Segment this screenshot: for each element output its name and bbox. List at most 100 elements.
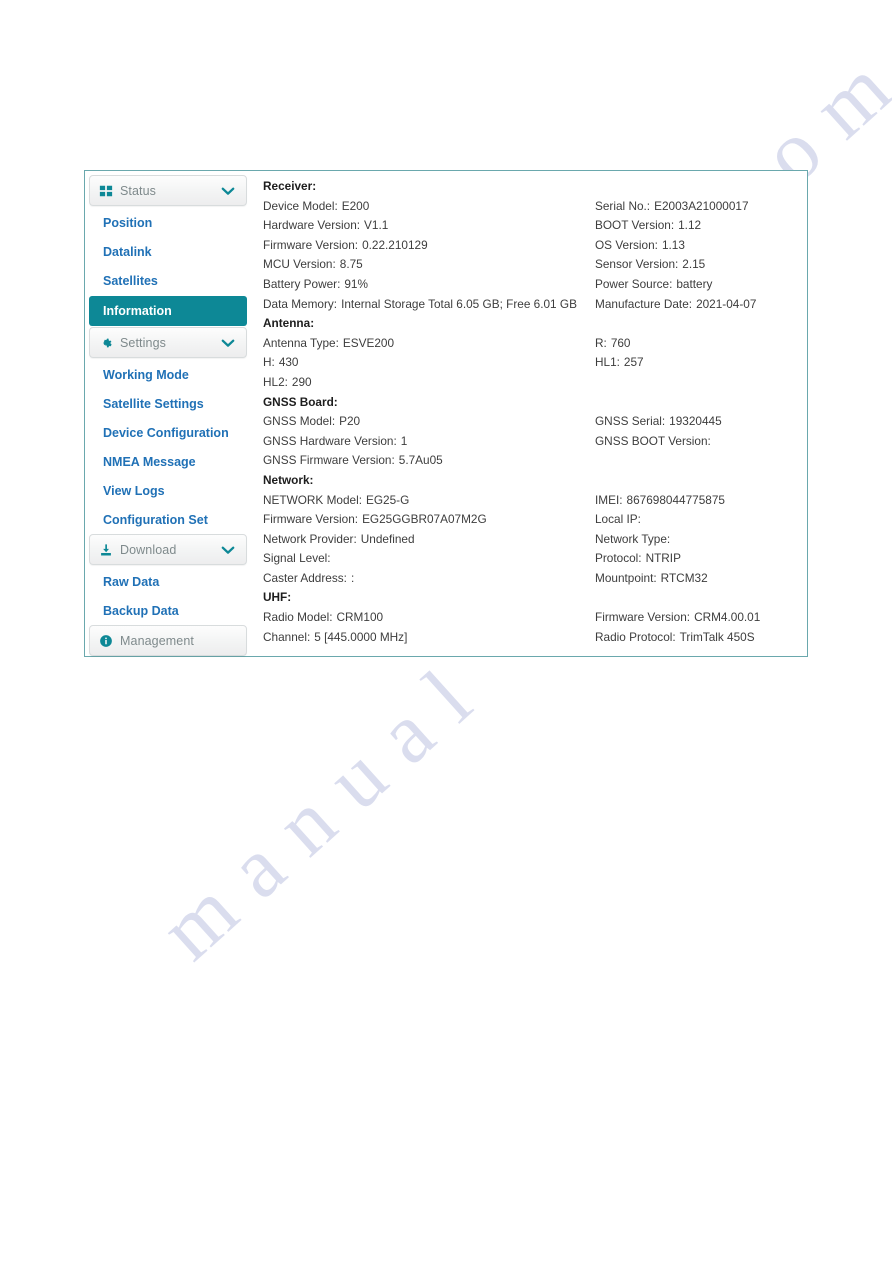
info-field-label: Caster Address: [263,570,347,585]
info-field-row: Firmware Version: EG25GGBR07A07M2G Local I… [263,512,807,532]
sidebar-group-download[interactable]: Download [89,534,247,565]
info-field-value: : [350,570,355,585]
sidebar-item-label: Configuration Set [103,512,208,527]
info-field-right: Network Type: [595,532,674,546]
info-field-row: Device Model: E200 Serial No.: E2003A210000… [263,199,807,219]
info-field-label: OS Version: [595,237,658,252]
info-field-label: BOOT Version: [595,218,675,233]
info-section-header: Antenna: [263,316,807,336]
sidebar-item-satellite-settings[interactable]: Satellite Settings [89,389,247,418]
info-field-left: GNSS Hardware Version: 1 [263,434,407,448]
sidebar-item-position[interactable]: Position [89,208,247,237]
sidebar-item-information[interactable]: Information [89,296,247,326]
sidebar-item-view-logs[interactable]: View Logs [89,476,247,505]
info-field-label: Channel: [263,629,311,644]
info-field-left: Battery Power: 91% [263,277,368,291]
info-field-label: R: [595,335,607,350]
sidebar-group-label: Status [120,183,157,198]
info-field-value: 1.13 [661,237,685,252]
chevron-down-icon[interactable] [221,545,235,554]
info-field-row: GNSS Firmware Version: 5.7Au05 [263,453,807,473]
info-field-right: OS Version: 1.13 [595,238,685,252]
info-field-left: NETWORK Model: EG25-G [263,493,409,507]
information-content: Receiver: Device Model: E200 Serial No.: E20… [259,171,807,656]
info-field-left: Data Memory: Internal Storage Total 6.05 … [263,297,577,311]
sidebar-item-working-mode[interactable]: Working Mode [89,360,247,389]
sidebar-item-label: Working Mode [103,367,189,382]
info-field-value: 1 [400,433,408,448]
info-field-label: Network Type: [595,531,671,546]
info-field-row: GNSS Hardware Version: 1 GNSS BOOT Version… [263,434,807,454]
sidebar-item-backup-data[interactable]: Backup Data [89,596,247,625]
device-web-ui-panel: Status Position Datalink Satellites Informat… [84,170,808,657]
info-section-title: Network: [263,472,314,487]
chevron-down-icon[interactable] [221,338,235,347]
info-field-right: Sensor Version: 2.15 [595,257,705,271]
sidebar-item-satellites[interactable]: Satellites [89,266,247,295]
info-field-value: CRM100 [336,610,384,625]
info-field-row: Data Memory: Internal Storage Total 6.05 … [263,297,807,317]
info-field-label: H: [263,355,275,370]
sidebar-item-nmea-message[interactable]: NMEA Message [89,447,247,476]
info-field-row: Radio Model: CRM100 Firmware Version: CRM4.… [263,610,807,630]
sidebar-item-label: Position [103,215,153,230]
info-field-right: Firmware Version: CRM4.00.01 [595,610,760,624]
info-field-row: GNSS Model: P20 GNSS Serial: 19320445 [263,414,807,434]
chevron-down-icon[interactable] [221,186,235,195]
info-field-value: 19320445 [669,414,722,429]
info-field-left: Hardware Version: V1.1 [263,218,388,232]
sidebar-group-status[interactable]: Status [89,175,247,206]
info-field-value: 1.12 [678,218,702,233]
info-field-left: Firmware Version: 0.22.210129 [263,238,428,252]
sidebar-item-datalink[interactable]: Datalink [89,237,247,266]
info-field-label: GNSS Serial: [595,414,666,429]
info-field-value: ESVE200 [342,335,395,350]
info-field-label: Local IP: [595,512,641,527]
info-field-value: 290 [291,374,312,389]
info-field-left: Antenna Type: ESVE200 [263,336,394,350]
info-field-right [595,375,599,389]
info-field-left: Caster Address:: [263,571,354,585]
info-field-value: 8.75 [339,257,363,272]
info-field-label: Firmware Version: [595,610,691,625]
sidebar-group-management[interactable]: Management [89,625,247,656]
info-field-value: E2003A21000017 [654,198,749,213]
info-field-value: RTCM32 [660,570,708,585]
info-field-label: Firmware Version: [263,512,359,527]
sidebar-item-device-configuration[interactable]: Device Configuration [89,418,247,447]
sidebar-item-configuration-set[interactable]: Configuration Set [89,505,247,534]
download-icon [101,543,111,556]
info-field-value: E200 [341,198,370,213]
info-field-left: H: 430 [263,355,299,369]
info-field-value: EG25GGBR07A07M2G [362,512,487,527]
info-field-value: 867698044775875 [626,492,725,507]
info-field-label: HL2: [263,374,288,389]
info-field-left: GNSS Model: P20 [263,414,360,428]
info-field-left: MCU Version: 8.75 [263,257,363,271]
info-field-value: Undefined [360,531,415,546]
sidebar-group-settings[interactable]: Settings [89,327,247,358]
info-field-label: GNSS BOOT Version: [595,433,711,448]
sidebar-group-label: Download [120,542,177,557]
info-field-value: CRM4.00.01 [694,610,761,625]
info-field-label: Data Memory: [263,296,338,311]
info-field-row: Caster Address:: Mountpoint: RTCM32 [263,571,807,591]
info-field-right: Mountpoint: RTCM32 [595,571,708,585]
info-field-left: GNSS Firmware Version: 5.7Au05 [263,453,443,467]
sidebar-item-label: Satellites [103,273,158,288]
sidebar-item-label: View Logs [103,483,165,498]
info-field-right: HL1: 257 [595,355,644,369]
info-field-label: Battery Power: [263,276,341,291]
info-field-left: Network Provider: Undefined [263,532,415,546]
info-field-row: Network Provider: Undefined Network Type: [263,532,807,552]
info-field-value: P20 [339,414,361,429]
info-field-value: battery [676,276,713,291]
info-field-label: NETWORK Model: [263,492,362,507]
info-field-value: 430 [278,355,299,370]
info-field-right: R: 760 [595,336,631,350]
info-field-value: 2.15 [682,257,706,272]
gear-icon [103,338,112,347]
sidebar-item-raw-data[interactable]: Raw Data [89,567,247,596]
info-field-value: 257 [623,355,644,370]
info-field-label: GNSS Hardware Version: [263,433,397,448]
